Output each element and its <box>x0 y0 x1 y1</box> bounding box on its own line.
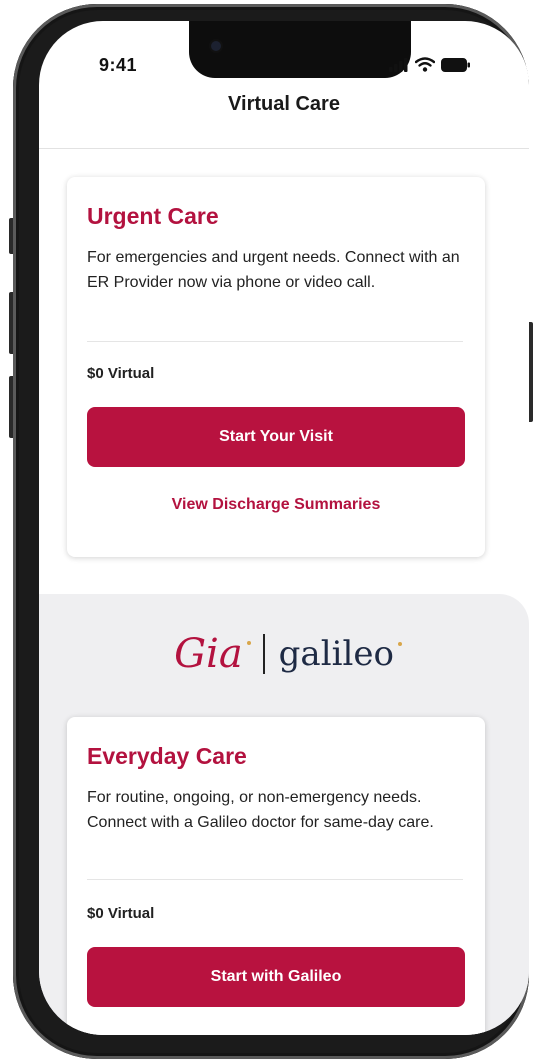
everyday-care-card: Everyday Care For routine, ongoing, or n… <box>67 717 485 1035</box>
page-title: Virtual Care <box>228 93 340 115</box>
device-mockup: 9:41 Virtual Care Urgent Care For emerge… <box>0 0 542 1059</box>
battery-icon <box>441 57 470 72</box>
front-camera <box>211 41 221 51</box>
everyday-care-title: Everyday Care <box>87 743 247 769</box>
start-your-visit-button[interactable]: Start Your Visit <box>87 407 465 467</box>
urgent-care-description: For emergencies and urgent needs. Connec… <box>87 249 460 291</box>
wifi-icon <box>415 57 435 72</box>
urgent-care-price: $0 Virtual <box>87 365 155 382</box>
view-discharge-summaries-link[interactable]: View Discharge Summaries <box>87 496 465 514</box>
header-divider <box>39 148 529 149</box>
galileo-logo: galileo <box>279 634 402 674</box>
app-screen: 9:41 Virtual Care Urgent Care For emerge… <box>39 21 529 1035</box>
logo-separator <box>262 634 265 674</box>
notch <box>189 21 411 78</box>
urgent-care-title: Urgent Care <box>87 203 219 229</box>
urgent-care-card: Urgent Care For emergencies and urgent n… <box>67 177 485 557</box>
gia-galileo-logo: Gia galileo <box>39 631 529 677</box>
signal-bars-icon <box>389 57 408 72</box>
everyday-care-price: $0 Virtual <box>87 905 155 922</box>
everyday-care-divider <box>87 879 463 880</box>
gia-logo: Gia <box>174 631 251 677</box>
start-with-galileo-button[interactable]: Start with Galileo <box>87 947 465 1007</box>
phone-frame: 9:41 Virtual Care Urgent Care For emerge… <box>13 4 529 1059</box>
everyday-care-description: For routine, ongoing, or non-emergency n… <box>87 789 434 831</box>
status-time: 9:41 <box>99 55 138 75</box>
status-icons <box>389 57 471 72</box>
urgent-care-divider <box>87 341 463 342</box>
